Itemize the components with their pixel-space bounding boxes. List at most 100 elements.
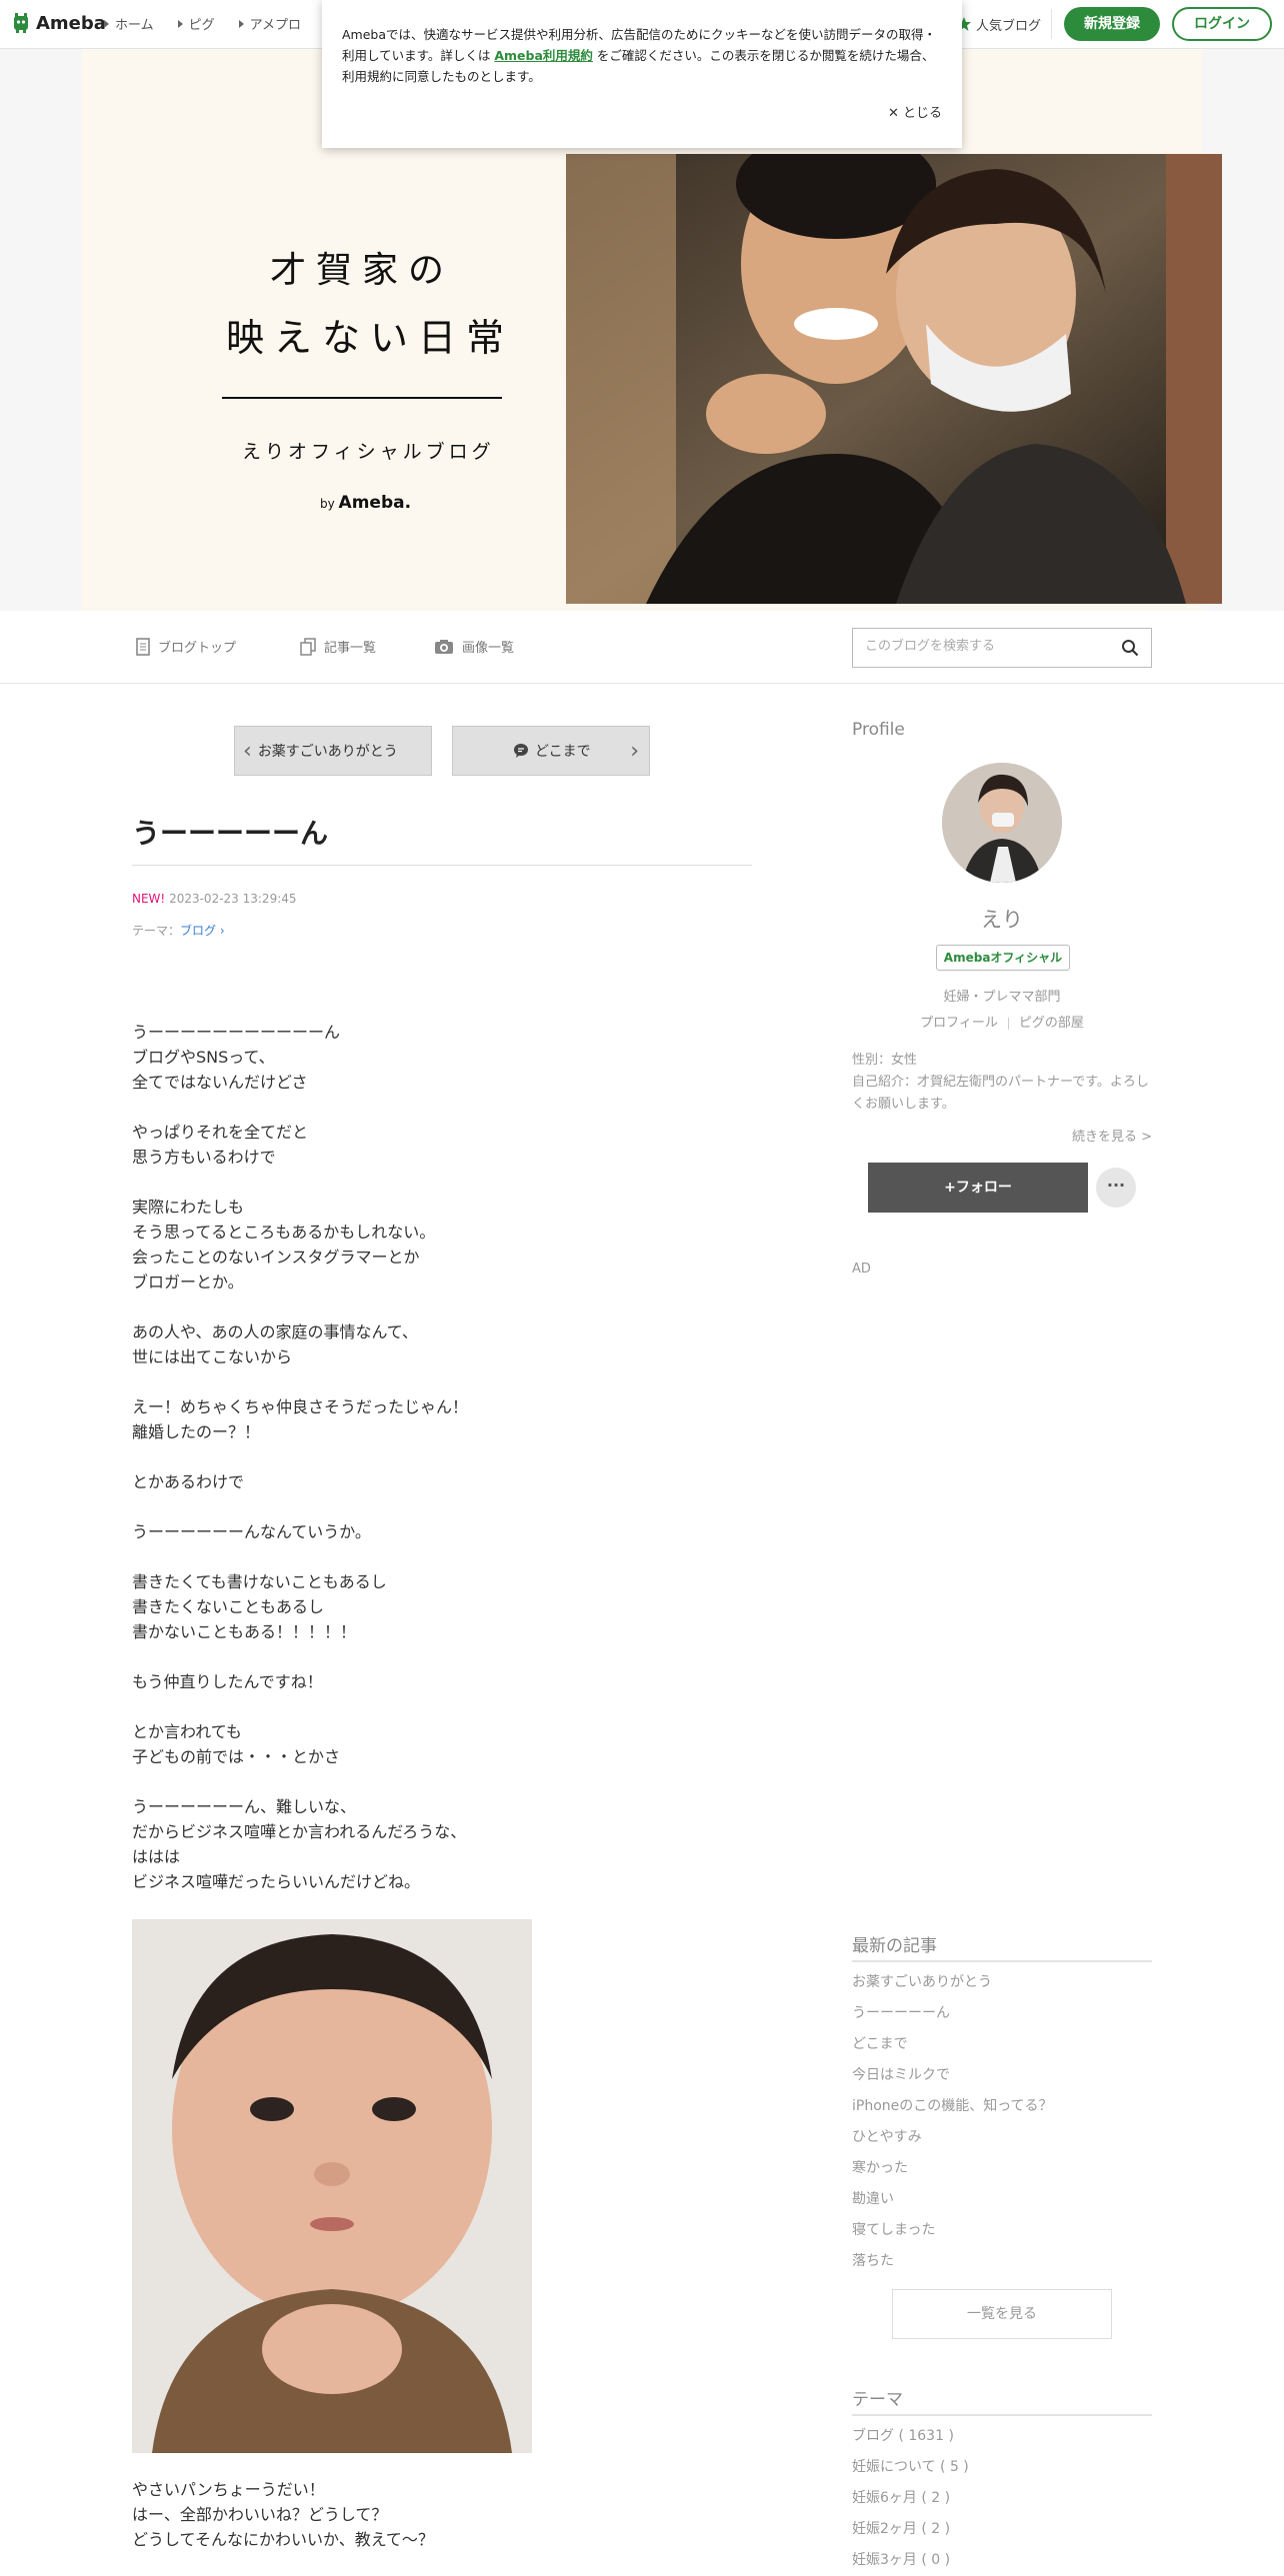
terms-link[interactable]: Ameba利用規約	[494, 48, 593, 63]
recent-articles-heading: 最新の記事	[852, 1936, 937, 1956]
theme-item[interactable]: 妊娠3ヶ月 ( 0 )	[852, 2545, 1152, 2576]
profile-intro: 自己紹介：才賀紀左衛門のパートナーです。よろしくお願いします。	[852, 1075, 1149, 1112]
cookie-banner: Amebaでは、快適なサービス提供や利用分析、広告配信のためにクッキーなどを使い…	[322, 0, 962, 148]
speech-bubble-icon	[514, 744, 528, 758]
blog-title-line2: 映えない日常	[226, 316, 515, 360]
ameba-mascot-icon	[14, 13, 28, 33]
logo-text: Ameba	[36, 12, 106, 34]
nav-label: 画像一覧	[462, 641, 515, 656]
profile-heading: Profile	[852, 720, 905, 740]
login-button[interactable]: ログイン	[1172, 7, 1272, 41]
recent-articles-list: お薬すごいありがとう うーーーーーん どこまで 今日はミルクで iPhoneのこの機能、…	[852, 1967, 1152, 2277]
blog-search-input[interactable]	[863, 638, 1107, 655]
paragraph: とかあるわけで	[132, 1472, 245, 1491]
theme-item[interactable]: 妊娠2ヶ月 ( 2 )	[852, 2514, 1152, 2545]
close-label: とじる	[902, 106, 942, 121]
article-meta: NEW! 2023-02-23 13:29:45	[132, 892, 297, 906]
theme-label: テーマ：	[132, 924, 181, 938]
article-body-continued: やさいパンちょーうだい！ はー、全部かわいいね？どうして？ どうしてそんなにかわい…	[132, 2477, 752, 2552]
recent-article-item[interactable]: 勘違い	[852, 2184, 1152, 2215]
ad-label: AD	[852, 1262, 871, 1277]
article-datetime: 2023-02-23 13:29:45	[169, 892, 297, 906]
recent-article-item[interactable]: ひとやすみ	[852, 2122, 1152, 2153]
next-article-button[interactable]: どこまで ›	[452, 726, 650, 776]
by-brand: Ameba.	[338, 493, 412, 513]
theme-item[interactable]: 妊娠について ( 5 )	[852, 2452, 1152, 2483]
next-article-label: どこまで	[535, 744, 591, 760]
profile-link[interactable]: プロフィール	[920, 1016, 998, 1031]
theme-item[interactable]: ブログ ( 1631 )	[852, 2421, 1152, 2452]
paragraph: やさいパンちょーうだい！	[132, 2480, 325, 2499]
recent-article-item[interactable]: 落ちた	[852, 2246, 1152, 2277]
paragraph: 書きたくても書けないこともあるし 書きたくないこともあるし 書かないこともある！…	[132, 1572, 387, 1641]
theme-item[interactable]: 妊娠6ヶ月 ( 2 )	[852, 2483, 1152, 2514]
profile-avatar[interactable]	[942, 763, 1062, 883]
more-options-button[interactable]: ···	[1096, 1168, 1136, 1208]
search-icon[interactable]	[1121, 639, 1139, 661]
profile-gender: 性別：女性	[852, 1053, 918, 1068]
byline: by Ameba.	[320, 493, 411, 513]
article-theme: テーマ：ブログ ›	[132, 922, 225, 939]
follow-button[interactable]: +フォロー	[868, 1163, 1088, 1213]
recent-article-item[interactable]: お薬すごいありがとう	[852, 1967, 1152, 1998]
nav-label: アメプロ	[249, 18, 301, 33]
triangle-icon	[238, 19, 244, 28]
paragraph: えー！めちゃくちゃ仲良さそうだったじゃん！ 離婚したのー？！	[132, 1397, 469, 1441]
paragraph: はー、全部かわいいね？どうして？ どうしてそんなにかわいいか、教えて〜？	[132, 2505, 434, 2549]
recent-article-item[interactable]: 寝てしまった	[852, 2215, 1152, 2246]
paragraph: うーーーーーーんなんていうか。	[132, 1522, 371, 1541]
recent-article-item[interactable]: うーーーーーん	[852, 1998, 1152, 2029]
nav-label: 記事一覧	[324, 641, 377, 656]
popular-blog-label: 人気ブログ	[975, 18, 1041, 34]
camera-icon	[435, 639, 453, 654]
read-more-link[interactable]: 続きを見る >	[852, 1126, 1152, 1145]
official-badge: Amebaオフィシャル	[936, 945, 1070, 971]
nav-home[interactable]: ホーム	[104, 14, 154, 33]
paragraph: あの人や、あの人の家庭の事情なんて、 世には出てこないから	[132, 1322, 418, 1366]
nav-blog-top[interactable]: ブログトップ	[136, 637, 236, 656]
blog-subtitle: えりオフィシャルブログ	[242, 441, 495, 463]
nav-amepro[interactable]: アメプロ	[238, 14, 301, 33]
profile-category[interactable]: 妊婦・プレママ部門	[852, 986, 1152, 1005]
recent-divider	[852, 1960, 1152, 1962]
article-title: うーーーーーん	[132, 817, 329, 850]
theme-heading: テーマ	[852, 2390, 903, 2410]
nav-article-list[interactable]: 記事一覧	[300, 637, 376, 656]
cookie-close-button[interactable]: ✕ とじる	[888, 102, 942, 121]
prev-article-label: お薬すごいありがとう	[257, 744, 398, 760]
nav-label: ブログトップ	[158, 641, 237, 656]
link-separator	[1007, 1017, 1009, 1030]
prev-article-button[interactable]: ‹ お薬すごいありがとう	[234, 726, 432, 776]
triangle-icon	[104, 19, 109, 28]
recent-article-item[interactable]: どこまで	[852, 2029, 1152, 2060]
ameba-logo[interactable]: Ameba	[12, 12, 106, 34]
popular-blog-link[interactable]: 人気ブログ	[956, 9, 1052, 39]
chevron-left-icon: ‹	[243, 738, 252, 764]
next-article-content: どこまで	[513, 741, 591, 761]
copy-icon	[300, 637, 316, 656]
theme-link[interactable]: ブログ ›	[180, 924, 225, 938]
new-badge: NEW!	[132, 892, 166, 906]
nav-pig[interactable]: ピグ	[177, 14, 215, 33]
see-all-button[interactable]: 一覧を見る	[892, 2289, 1112, 2339]
paragraph: やっぱりそれを全てだと 思う方もいるわけで	[132, 1123, 309, 1167]
nav-label: ピグ	[188, 18, 215, 33]
paragraph: もう仲直りしたんですね！	[132, 1672, 323, 1691]
theme-divider	[852, 2414, 1152, 2416]
theme-list: ブログ ( 1631 ) 妊娠について ( 5 ) 妊娠6ヶ月 ( 2 ) 妊娠2ヶ月…	[852, 2421, 1152, 2576]
cookie-text: Amebaでは、快適なサービス提供や利用分析、広告配信のためにクッキーなどを使い…	[342, 24, 942, 87]
paragraph: とか言われても 子どもの前では・・・とかさ	[132, 1722, 341, 1766]
register-button[interactable]: 新規登録	[1064, 7, 1160, 41]
recent-article-item[interactable]: 寒かった	[852, 2153, 1152, 2184]
nav-image-list[interactable]: 画像一覧	[434, 637, 514, 656]
title-divider	[222, 397, 502, 399]
pig-room-link[interactable]: ピグの部屋	[1019, 1016, 1084, 1031]
recent-article-item[interactable]: iPhoneのこの機能、知ってる？	[852, 2091, 1152, 2122]
recent-article-item[interactable]: 今日はミルクで	[852, 2060, 1152, 2091]
title-underline	[132, 865, 752, 866]
paragraph: うーーーーーーん、難しいな、 だからビジネス喧嘩とか言われるんだろうな、 ははは…	[132, 1797, 467, 1891]
document-icon	[136, 637, 150, 656]
baby-photo[interactable]	[132, 1919, 532, 2453]
profile-name: えり	[981, 908, 1023, 932]
couple-photo	[566, 154, 1222, 604]
